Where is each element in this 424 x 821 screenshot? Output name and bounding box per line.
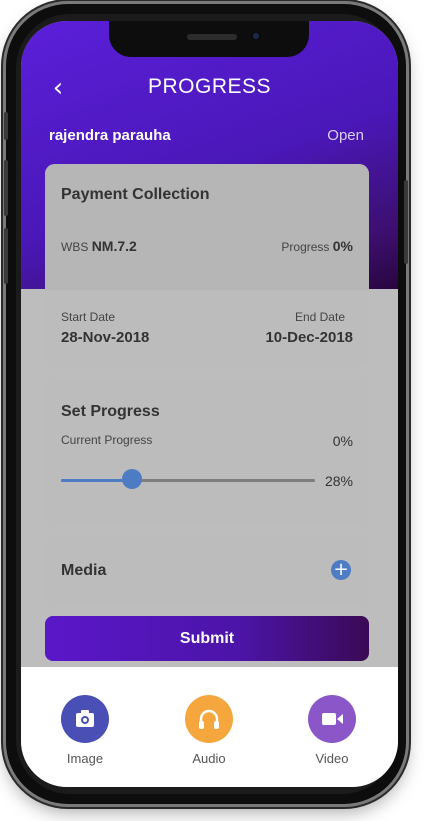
status-label: Open	[327, 127, 364, 144]
image-option-label: Image	[66, 751, 104, 766]
wbs-label: WBS	[61, 240, 89, 254]
set-progress-card: Set Progress Current Progress 0% 28%	[45, 381, 369, 523]
audio-option-label: Audio	[192, 751, 226, 766]
speaker-grille	[187, 34, 237, 40]
wbs-value: NM.7.2	[91, 238, 137, 254]
page-title: PROGRESS	[147, 75, 272, 98]
plus-circle-icon[interactable]: +	[331, 560, 351, 580]
camera-icon	[61, 695, 109, 743]
progress-label: Progress	[281, 240, 330, 254]
end-date-label: End Date	[294, 310, 345, 324]
media-card: Media +	[45, 537, 369, 603]
audio-option[interactable]: Audio	[164, 695, 254, 766]
submit-button[interactable]: Submit	[45, 616, 369, 661]
assignee-name: rajendra parauha	[49, 127, 171, 144]
mute-switch	[4, 112, 8, 140]
slider-value: 28%	[324, 473, 353, 489]
media-picker-bar: Image Audio Video	[21, 667, 398, 787]
end-date-value: 10-Dec-2018	[265, 329, 353, 346]
video-camera-icon	[308, 695, 356, 743]
image-option[interactable]: Image	[40, 695, 130, 766]
task-title: Payment Collection	[61, 186, 210, 203]
progress-value: 0%	[332, 238, 353, 254]
volume-up-button	[4, 160, 8, 216]
video-option[interactable]: Video	[287, 695, 377, 766]
start-date-value: 28-Nov-2018	[61, 329, 150, 346]
slider-thumb[interactable]	[122, 469, 143, 489]
current-progress-value: 0%	[332, 433, 353, 449]
progress-row: Progress 0%	[281, 238, 353, 254]
start-date-label: Start Date	[61, 310, 116, 324]
front-camera	[251, 31, 261, 41]
headphones-icon	[185, 695, 233, 743]
video-option-label: Video	[315, 751, 349, 766]
task-details-card: Payment Collection WBS NM.7.2 Progress 0…	[45, 164, 369, 366]
wbs-row: WBS NM.7.2	[61, 238, 137, 254]
app-screen: ‹ PROGRESS rajendra parauha Open Payment…	[21, 21, 398, 787]
notch	[109, 21, 309, 57]
progress-slider[interactable]	[61, 479, 315, 482]
power-button	[404, 180, 408, 264]
media-title: Media	[61, 562, 107, 579]
task-details-header	[45, 164, 369, 290]
current-progress-label: Current Progress	[61, 433, 153, 447]
volume-down-button	[4, 228, 8, 284]
set-progress-title: Set Progress	[61, 403, 160, 420]
